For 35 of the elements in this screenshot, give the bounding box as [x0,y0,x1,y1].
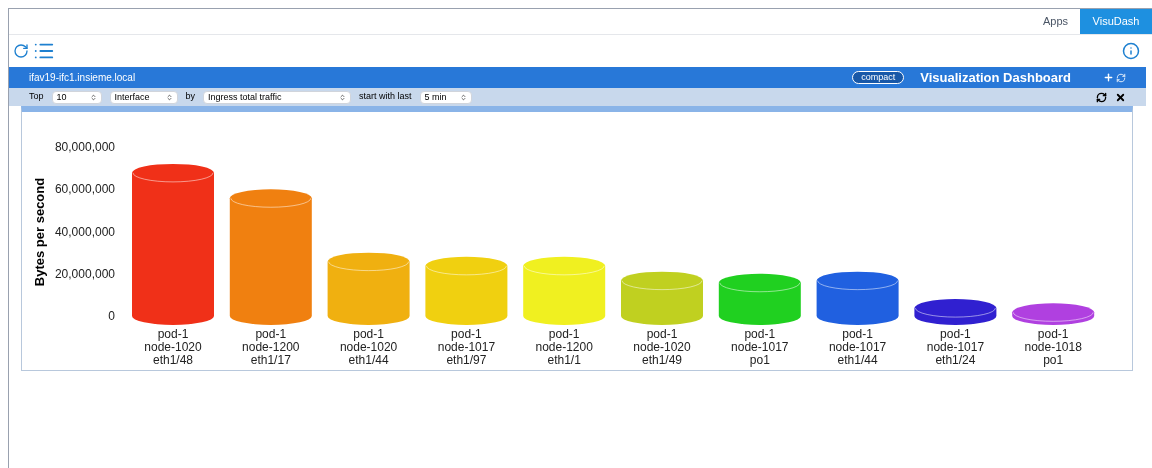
axis-label: 80,000,000 [54,140,115,154]
axis-label: 0 [108,309,115,323]
category-label: pod-1 node-1018 po1 [1024,327,1082,367]
host-name: ifav19-ifc1.insieme.local [29,71,136,85]
category-label: pod-1 node-1200 eth1/1 [535,327,593,367]
axis-label: 60,000,000 [54,182,115,197]
category-label: pod-1 node-1020 eth1/49 [633,327,691,367]
filter-label: Top [29,90,44,104]
window-select[interactable]: 5 min [419,90,472,104]
filter-label: by [185,90,196,104]
top-select[interactable]: 10 [51,90,102,104]
updown-icon[interactable] [339,93,347,101]
category-label: pod-1 node-1017 eth1/97 [437,327,496,367]
axis-title: Bytes per second [32,177,47,287]
close-icon[interactable] [1115,91,1126,103]
category-label: pod-1 node-1200 eth1/17 [242,327,300,367]
filter-label: start with last [359,90,412,104]
axis-label: 40,000,000 [54,224,115,239]
updown-icon[interactable] [165,93,173,101]
add-icon[interactable] [1103,72,1114,83]
category-label: pod-1 node-1017 po1 [731,327,789,367]
category-label: pod-1 node-1017 eth1/44 [828,327,887,367]
category-label: pod-1 node-1020 eth1/44 [339,327,398,367]
axis-label: 20,000,000 [54,266,115,281]
app-tab[interactable]: Apps [1030,9,1080,34]
compact-toggle[interactable]: compact [852,71,905,84]
updown-icon[interactable] [459,93,467,101]
category-label: pod-1 node-1017 eth1/24 [926,327,985,367]
metric-select[interactable]: Ingress total traffic [203,90,352,104]
group-select[interactable]: Interface [109,90,178,104]
refresh-icon[interactable] [1096,91,1107,103]
info-icon[interactable] [1122,42,1140,60]
dashboard-title: Visualization Dashboard [920,68,1071,87]
category-label: pod-1 node-1020 eth1/48 [144,327,202,367]
updown-icon[interactable] [89,93,97,101]
